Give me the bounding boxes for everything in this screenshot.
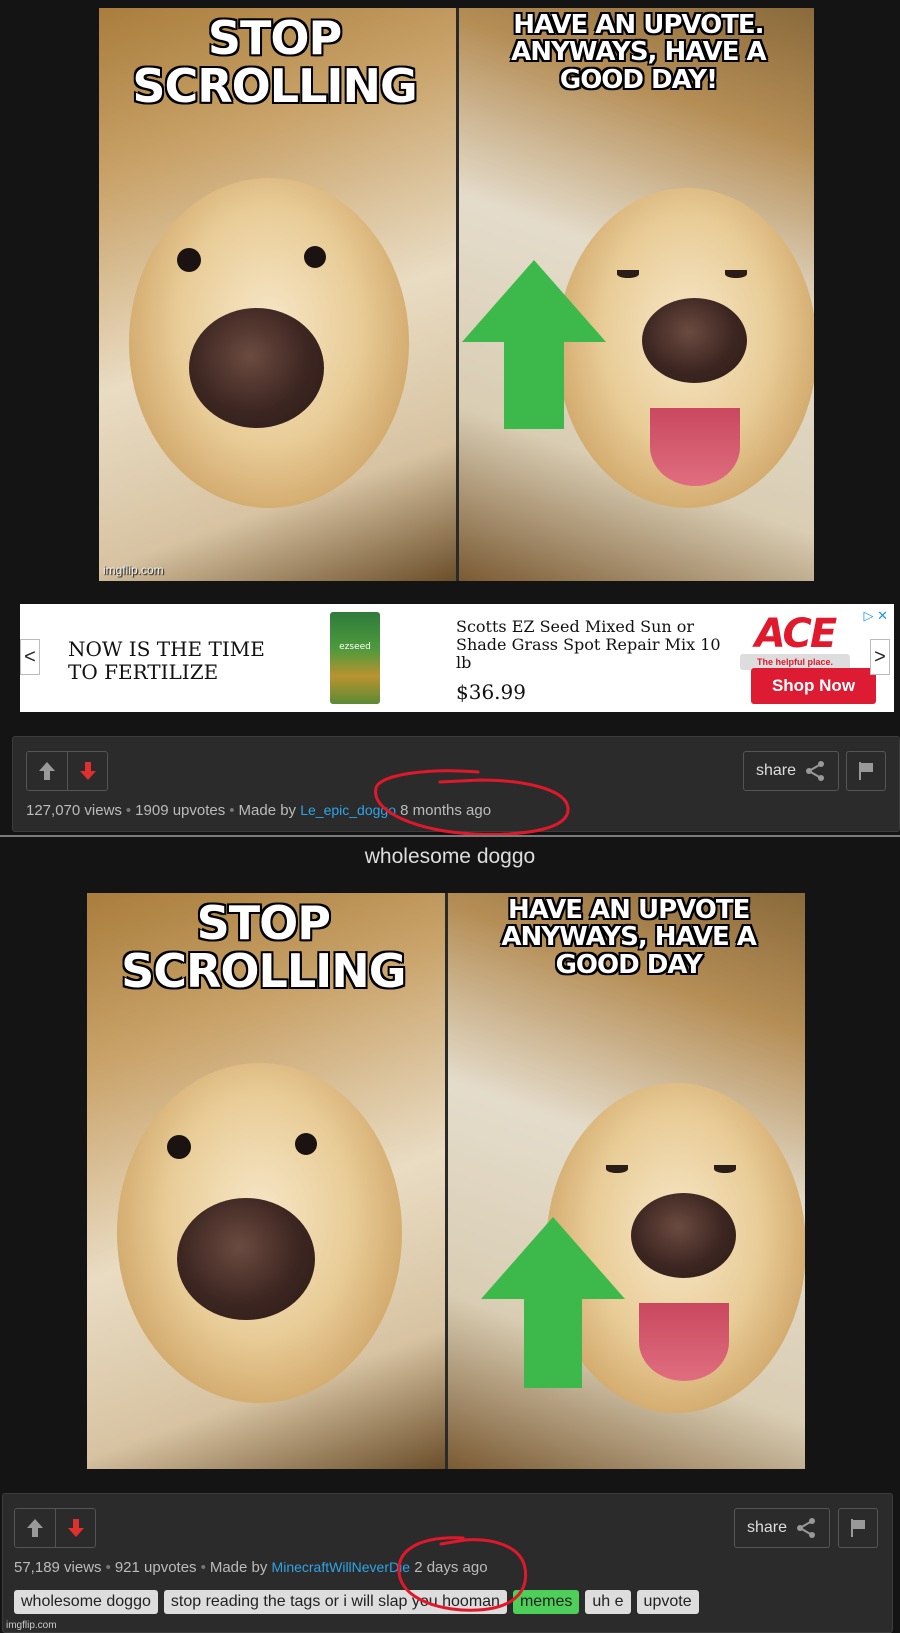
- ad-next-button[interactable]: >: [870, 639, 890, 675]
- ad-headline: NOW IS THE TIME TO FERTILIZE: [68, 637, 265, 684]
- flag-button[interactable]: [846, 751, 886, 791]
- upvote-button[interactable]: [15, 1509, 55, 1547]
- ad-product-name[interactable]: Scotts EZ Seed Mixed Sun or Shade Grass …: [456, 618, 726, 672]
- dog-eye: [295, 1133, 317, 1155]
- meme-caption-right: HAVE AN UPVOTE. ANYWAYS, HAVE A GOOD DAY…: [511, 10, 767, 95]
- ad-product-pack-text: ezseed: [339, 642, 371, 652]
- meme-caption-left: STOP SCROLLING: [121, 896, 406, 999]
- tag-item[interactable]: upvote: [636, 1590, 699, 1614]
- dog-nose: [177, 1198, 315, 1320]
- meme-watermark: imgflip.com: [103, 563, 164, 577]
- ad-prev-button[interactable]: <: [20, 639, 40, 675]
- views-count: 127,070 views: [26, 802, 122, 819]
- meme-divider: [455, 8, 459, 581]
- downvote-arrow-icon: [67, 1519, 84, 1537]
- downvote-button[interactable]: [55, 1509, 95, 1547]
- share-button[interactable]: share: [734, 1508, 831, 1548]
- vote-buttons: [14, 1508, 96, 1548]
- dog-eye: [177, 248, 201, 272]
- dog-eye: [606, 1165, 628, 1173]
- ace-logo: ACE The helpful place.: [740, 614, 850, 670]
- dog-nose: [641, 298, 747, 383]
- meme-caption-left: STOP SCROLLING: [132, 11, 417, 114]
- ad-price: $36.99: [456, 680, 526, 704]
- upvote-arrow-icon: [27, 1519, 43, 1537]
- flag-button[interactable]: [838, 1508, 878, 1548]
- red-circle-annotation: [374, 769, 570, 836]
- dog-eye: [616, 270, 639, 278]
- ad-product-image[interactable]: ezseed: [330, 612, 380, 704]
- downvote-button[interactable]: [67, 752, 107, 790]
- meme-image-top: STOP SCROLLING HAVE AN UPVOTE. ANYWAYS, …: [99, 8, 814, 581]
- share-label: share: [756, 762, 797, 779]
- section-separator: [0, 835, 900, 837]
- advertisement-banner[interactable]: < NOW IS THE TIME TO FERTILIZE ezseed Sc…: [20, 604, 894, 712]
- upvote-arrow-icon: [39, 762, 55, 780]
- share-icon: [806, 761, 825, 781]
- dog-eye: [167, 1135, 191, 1159]
- tag-list: wholesome doggo stop reading the tags or…: [14, 1590, 699, 1614]
- dog-eye: [714, 1165, 736, 1173]
- flag-icon: [851, 1519, 865, 1537]
- share-icon: [797, 1518, 816, 1538]
- tag-item[interactable]: uh e: [585, 1590, 631, 1614]
- share-button[interactable]: share: [743, 751, 840, 791]
- upvote-arrow-graphic: [461, 260, 606, 342]
- dog-eye: [724, 270, 747, 278]
- dog-tongue: [649, 408, 740, 486]
- made-by-label: Made by: [209, 1559, 268, 1576]
- upvote-arrow-graphic-stem: [503, 341, 564, 429]
- upvote-button[interactable]: [27, 752, 67, 790]
- vote-buttons: [26, 751, 108, 791]
- share-label: share: [747, 1519, 788, 1536]
- meme-divider: [445, 893, 448, 1469]
- downvote-arrow-icon: [79, 762, 96, 780]
- shop-now-button[interactable]: Shop Now: [751, 668, 876, 704]
- dog-tongue: [639, 1303, 729, 1381]
- author-link[interactable]: MinecraftWillNeverDie: [272, 1559, 410, 1575]
- flag-icon: [859, 762, 873, 780]
- dog-nose: [189, 308, 324, 428]
- dog-nose: [631, 1193, 736, 1278]
- upvotes-count: 1909 upvotes: [135, 802, 226, 819]
- made-by-label: Made by: [238, 802, 297, 819]
- red-circle-annotation: [397, 1536, 528, 1612]
- ad-brand: ACE: [754, 611, 837, 657]
- upvote-arrow-graphic-stem: [524, 1298, 582, 1388]
- meme-caption-right: HAVE AN UPVOTE ANYWAYS, HAVE A GOOD DAY: [501, 895, 757, 980]
- upvotes-count: 921 upvotes: [114, 1559, 197, 1576]
- upvote-arrow-graphic: [481, 1217, 625, 1299]
- dog-eye: [304, 246, 326, 268]
- footer-watermark: imgflip.com: [6, 1620, 57, 1631]
- post-title: wholesome doggo: [364, 845, 536, 868]
- views-count: 57,189 views: [14, 1559, 102, 1576]
- meme-image-bottom: STOP SCROLLING HAVE AN UPVOTE ANYWAYS, H…: [87, 893, 805, 1469]
- adchoices-icon[interactable]: ▷ ✕: [863, 608, 888, 624]
- tag-item[interactable]: wholesome doggo: [14, 1590, 158, 1614]
